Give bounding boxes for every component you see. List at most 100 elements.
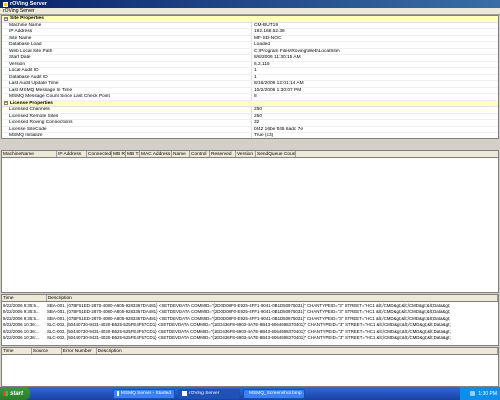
property-value: 32	[254, 120, 260, 126]
column-header[interactable]: MAC Address	[140, 151, 172, 157]
column-header[interactable]: Connected	[87, 151, 112, 157]
log-description: SBA-001, {07BF51ED-2870-4080-A805-928336…	[47, 302, 451, 308]
property-value: 6.2.115	[254, 61, 270, 67]
property-value: 1	[254, 74, 257, 80]
log-row[interactable]: 9/22/2006 10:36:... SLC-002, {50440730-94…	[2, 322, 498, 329]
property-value: 8/16/2006 12:01:14 AM	[254, 81, 304, 87]
property-value: Loaded	[254, 42, 271, 48]
property-value: 8	[254, 94, 257, 100]
property-value: C:\Program Files\Roving\Web\LocalSite\	[254, 48, 340, 54]
property-value: 8/8/2006 11:30:15 AM	[254, 55, 301, 61]
taskbar-button-label: rOVing Server	[189, 391, 220, 396]
title-bar[interactable]: rOVing Server	[0, 0, 500, 8]
property-value: 250	[254, 113, 263, 119]
log-time: 9/22/2006 9:35:5...	[3, 315, 40, 321]
log-time: 9/22/2006 9:35:5...	[3, 309, 40, 315]
log-description: SBA-001, {07BF51ED-2870-4080-A805-928336…	[47, 315, 451, 321]
log-row[interactable]: 9/22/2006 10:36:... SLC-002, {50440730-94…	[2, 328, 498, 335]
column-header[interactable]: Description	[97, 348, 498, 354]
property-name: Licensed Remote Sites	[2, 113, 252, 119]
column-header[interactable]: Name	[172, 151, 190, 157]
column-header[interactable]: Reserved	[210, 151, 236, 157]
error-list[interactable]: Time Source Error Number Description	[1, 347, 499, 387]
column-header[interactable]: Control	[190, 151, 210, 157]
property-value: MF-SD-NOC	[254, 35, 282, 41]
column-header[interactable]: Version	[236, 151, 256, 157]
property-row[interactable]: MSMQ Initialize True (c3)	[2, 133, 498, 139]
property-grid[interactable]: − Site Properties Machine Name CM-BUT19 IP…	[1, 15, 499, 139]
collapse-icon[interactable]: −	[4, 101, 8, 106]
category-label: Site Properties	[10, 16, 44, 22]
start-label: start	[10, 390, 24, 397]
log-row[interactable]: 9/22/2006 10:36:... SLC-002, {50440730-94…	[2, 335, 498, 342]
property-value: True (c3)	[254, 133, 274, 139]
column-header[interactable]: Time	[2, 348, 32, 354]
log-header: Time Description	[2, 295, 498, 302]
taskbar-button-label: MSMQ Server - Started	[120, 391, 171, 396]
log-description: SBA-001, {07BF51ED-2870-4080-A805-928336…	[47, 309, 451, 315]
taskbar-button[interactable]: MSMQ Server - Started	[113, 388, 175, 399]
taskbar-button[interactable]: rOVing Server	[178, 388, 240, 399]
property-name: MSMQ Message Count Since Last Check Poin…	[2, 94, 252, 100]
property-name: Database Load	[2, 42, 252, 48]
property-name: Start Date	[2, 55, 252, 61]
log-description: SLC-002, {50440730-9431-4020-B525-525FE4…	[47, 328, 451, 334]
clock: 1:30 PM	[478, 390, 497, 397]
connections-header: MachineNameIP AddressConnectedMB RXMB TX…	[2, 151, 498, 158]
property-value: 250	[254, 107, 263, 113]
property-name: Local Audit ID	[2, 68, 252, 74]
property-name: License SiteCode	[2, 126, 252, 132]
property-name: Last MSMQ Message In Time	[2, 87, 252, 93]
log-description: SLC-002, {50440730-9431-4020-B525-525FE4…	[47, 335, 451, 341]
start-button[interactable]: start	[0, 387, 30, 400]
column-header[interactable]: SendQueue Count	[256, 151, 296, 157]
property-name: Machine Name	[2, 22, 252, 28]
error-header: Time Source Error Number Description	[2, 348, 498, 355]
log-time: 9/22/2006 10:36:...	[3, 322, 40, 328]
category-label: License Properties	[10, 100, 53, 106]
property-value: 192.168.52.36	[254, 29, 285, 35]
column-header[interactable]: IP Address	[57, 151, 87, 157]
property-name: Licensed Channels	[2, 107, 252, 113]
window-title: rOVing Server	[10, 1, 47, 7]
property-value: 1	[254, 68, 257, 74]
property-value: CM-BUT19	[254, 22, 278, 28]
log-time: 9/22/2006 9:35:5...	[3, 302, 40, 308]
window-icon	[182, 391, 187, 396]
log-description: SLC-002, {50440730-9431-4020-B525-525FE4…	[47, 322, 451, 328]
connections-grid[interactable]: MachineNameIP AddressConnectedMB RXMB TX…	[1, 150, 499, 293]
log-row[interactable]: 9/22/2006 9:35:5... SBA-001, {07BF51ED-28…	[2, 302, 498, 309]
property-value: 10/2/2006 1:30:07 PM	[254, 87, 302, 93]
taskbar-button[interactable]: MSMQ_Screenshot.bmp ...	[243, 388, 305, 399]
main-window: rOVing Server rOVing Server − Site Prope…	[0, 0, 500, 387]
collapse-icon[interactable]: −	[4, 16, 8, 21]
property-name: Web Local Site Path	[2, 48, 252, 54]
property-name: Last Audit Update Time	[2, 81, 252, 87]
taskbar-button-label: MSMQ_Screenshot.bmp ...	[249, 391, 305, 396]
app-icon	[3, 1, 8, 7]
system-tray: 1:30 PM	[460, 387, 500, 400]
taskbar: start MSMQ Server - Started rOVing Server…	[0, 387, 500, 400]
splitter[interactable]	[1, 141, 499, 149]
column-header[interactable]: Time	[2, 295, 47, 301]
log-time: 9/22/2006 10:36:...	[3, 328, 40, 334]
tray-icon[interactable]	[470, 391, 476, 396]
log-list[interactable]: Time Description 9/22/2006 9:35:5... SBA-0…	[1, 294, 499, 346]
property-name: Version	[2, 61, 252, 67]
log-row[interactable]: 9/22/2006 9:35:5... SBA-001, {07BF51ED-28…	[2, 309, 498, 316]
log-time: 9/22/2006 10:36:...	[3, 335, 40, 341]
column-header[interactable]: MB TX	[126, 151, 140, 157]
window-icon	[117, 391, 119, 396]
property-name: MSMQ Initialize	[2, 133, 252, 138]
menu-bar: rOVing Server	[0, 8, 500, 15]
property-value: bf42 16be ff45 6adc 7e	[254, 126, 303, 132]
column-header[interactable]: MachineName	[2, 151, 57, 157]
column-header[interactable]: Description	[47, 295, 498, 301]
menu-label[interactable]: rOVing Server	[3, 8, 35, 14]
log-row[interactable]: 9/22/2006 9:35:5... SBA-001, {07BF51ED-28…	[2, 315, 498, 322]
column-header[interactable]: Error Number	[62, 348, 97, 354]
column-header[interactable]: MB RX	[112, 151, 126, 157]
property-name: Licensed Roving Connections	[2, 120, 252, 126]
column-header[interactable]: Source	[32, 348, 62, 354]
property-name: Site Name	[2, 35, 252, 41]
